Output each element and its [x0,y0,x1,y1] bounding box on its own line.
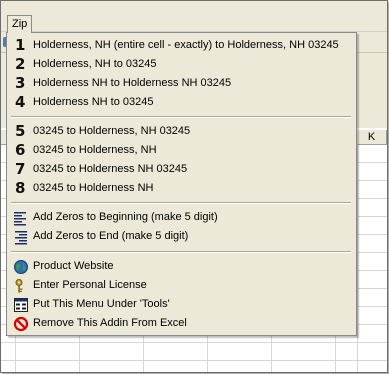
menu-item-add-zeros-beginning[interactable]: Add Zeros to Beginning (make 5 digit) [7,208,356,227]
number-8-icon: 8 [15,179,26,197]
align-left-lines-icon [13,210,29,226]
menu-item-label: Holderness, NH to 03245 [33,58,157,70]
grid-line [1,342,387,343]
menu-item-1[interactable]: 1 Holderness, NH (entire cell - exactly)… [7,36,356,55]
menu-item-label: Holderness NH to 03245 [33,96,154,108]
menu-item-label: 03245 to Holderness, NH [33,144,157,156]
number-2-icon: 2 [15,55,26,73]
number-1-icon: 1 [15,36,26,54]
menu-item-3[interactable]: 3 Holderness NH to Holderness NH 03245 [7,74,356,93]
prohibited-icon [13,316,29,332]
align-right-lines-icon [13,229,29,245]
menu-item-label: 03245 to Holderness NH [33,182,154,194]
zip-menu[interactable]: Zip [7,15,33,33]
menu-item-label: Put This Menu Under 'Tools' [33,298,170,310]
menu-item-4[interactable]: 4 Holderness NH to 03245 [7,93,356,112]
number-5-icon: 5 [15,122,26,140]
number-4-icon: 4 [15,93,26,111]
number-7-icon: 7 [15,160,26,178]
menu-separator [11,116,351,118]
menu-item-add-zeros-end[interactable]: Add Zeros to End (make 5 digit) [7,227,356,246]
menu-item-put-under-tools[interactable]: Put This Menu Under 'Tools' [7,295,356,314]
menu-bar: Zip [1,1,387,33]
menu-item-label: 03245 to Holderness, NH 03245 [33,125,191,137]
menu-item-label: Holderness NH to Holderness NH 03245 [33,77,232,89]
key-icon [13,278,29,294]
grid-line [1,360,387,361]
menu-item-7[interactable]: 7 03245 to Holderness NH 03245 [7,160,356,179]
menu-item-6[interactable]: 6 03245 to Holderness, NH [7,141,356,160]
menu-item-label: Enter Personal License [33,279,147,291]
grid-line [357,144,358,372]
number-3-icon: 3 [15,74,26,92]
menu-item-enter-license[interactable]: Enter Personal License [7,276,356,295]
zip-dropdown-menu: 1 Holderness, NH (entire cell - exactly)… [6,32,357,336]
window-frame: Zip K 1 Holderness, NH (entire cell - ex… [0,0,388,373]
menu-item-2[interactable]: 2 Holderness, NH to 03245 [7,55,356,74]
menu-item-label: 03245 to Holderness NH 03245 [33,163,188,175]
menu-item-product-website[interactable]: Product Website [7,257,356,276]
menu-item-label: Add Zeros to End (make 5 digit) [33,230,189,242]
menu-item-label: Remove This Addin From Excel [33,317,187,329]
menu-item-label: Product Website [33,260,114,272]
menu-item-remove-addin[interactable]: Remove This Addin From Excel [7,314,356,333]
menu-item-label: Holderness, NH (entire cell - exactly) t… [33,39,339,51]
menu-item-label: Add Zeros to Beginning (make 5 digit) [33,211,218,223]
menu-grid-icon [13,297,29,313]
menu-separator [11,251,351,253]
column-header-k[interactable]: K [357,130,387,145]
menu-separator [11,202,351,204]
menu-item-8[interactable]: 8 03245 to Holderness NH [7,179,356,198]
number-6-icon: 6 [15,141,26,159]
menu-item-5[interactable]: 5 03245 to Holderness, NH 03245 [7,122,356,141]
globe-icon [13,259,29,275]
